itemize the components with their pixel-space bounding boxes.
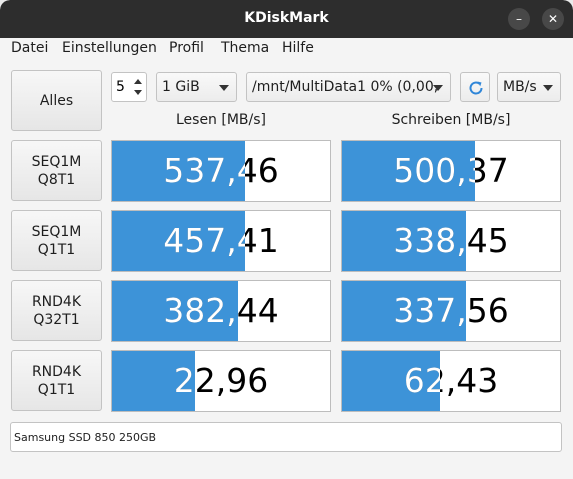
title-bar: KDiskMark – ✕ [0, 0, 573, 38]
test-button-seq1m-q8t1[interactable]: SEQ1M Q8T1 [11, 140, 102, 201]
window-title: KDiskMark [244, 10, 329, 26]
read-result: 457,41 457,41 [111, 210, 331, 272]
size-value: 1 GiB [162, 79, 200, 95]
write-value-overlay: 337,56 [393, 291, 466, 330]
target-value: /mnt/MultiData1 0% (0,00, [252, 79, 439, 95]
write-value-overlay: 500,37 [393, 151, 475, 190]
size-dropdown[interactable]: 1 GiB [156, 72, 237, 102]
test-button-rnd4k-q32t1[interactable]: RND4K Q32T1 [11, 280, 102, 341]
test-name: RND4K [31, 293, 82, 310]
read-value-overlay: 382,44 [163, 291, 238, 330]
device-label: Samsung SSD 850 250GB [14, 431, 157, 444]
write-result: 337,56 337,56 [341, 280, 561, 342]
device-info-field[interactable]: Samsung SSD 850 250GB [10, 422, 562, 452]
menu-thema[interactable]: Thema [221, 40, 269, 56]
menu-hilfe[interactable]: Hilfe [282, 40, 314, 56]
read-result: 382,44 382,44 [111, 280, 331, 342]
read-value-overlay: 457,41 [163, 221, 245, 260]
spin-down-icon[interactable] [134, 90, 142, 95]
loops-value: 5 [116, 79, 125, 95]
menu-profil[interactable]: Profil [169, 40, 204, 56]
read-value-overlay: 537,46 [163, 151, 245, 190]
write-result: 338,45 338,45 [341, 210, 561, 272]
menu-bar: Datei Einstellungen Profil Thema Hilfe [0, 38, 573, 60]
menu-datei[interactable]: Datei [11, 40, 48, 56]
read-column-header: Lesen [MB/s] [175, 112, 266, 128]
kdiskmark-window: KDiskMark – ✕ Datei Einstellungen Profil… [0, 0, 573, 479]
refresh-icon [469, 81, 483, 95]
test-name: SEQ1M [31, 223, 82, 240]
unit-value: MB/s [503, 79, 537, 95]
write-column-header: Schreiben [MB/s] [391, 112, 511, 128]
menu-einstellungen[interactable]: Einstellungen [62, 40, 157, 56]
test-name: SEQ1M [31, 153, 82, 170]
chevron-down-icon [433, 85, 443, 91]
read-value-overlay: 22,96 [173, 361, 195, 400]
write-value-overlay: 62,43 [403, 361, 440, 400]
refresh-button[interactable] [460, 72, 490, 102]
target-dropdown[interactable]: /mnt/MultiData1 0% (0,00, [246, 72, 451, 102]
read-result: 537,46 537,46 [111, 140, 331, 202]
minimize-button[interactable]: – [508, 8, 530, 30]
read-result: 22,96 22,96 [111, 350, 331, 412]
loops-spinbox[interactable]: 5 [111, 72, 147, 102]
test-params: Q8T1 [37, 171, 76, 188]
test-params: Q32T1 [33, 311, 80, 328]
spin-up-icon[interactable] [134, 79, 142, 84]
close-button[interactable]: ✕ [542, 8, 564, 30]
test-params: Q1T1 [37, 241, 76, 258]
test-button-seq1m-q1t1[interactable]: SEQ1M Q1T1 [11, 210, 102, 271]
chevron-down-icon [219, 85, 229, 91]
test-button-rnd4k-q1t1[interactable]: RND4K Q1T1 [11, 350, 102, 411]
chevron-down-icon [543, 85, 553, 91]
write-result: 500,37 500,37 [341, 140, 561, 202]
test-name: RND4K [31, 363, 82, 380]
test-params: Q1T1 [37, 381, 76, 398]
unit-dropdown[interactable]: MB/s [497, 72, 561, 102]
run-all-button[interactable]: Alles [11, 70, 102, 131]
write-result: 62,43 62,43 [341, 350, 561, 412]
write-value-overlay: 338,45 [393, 221, 466, 260]
